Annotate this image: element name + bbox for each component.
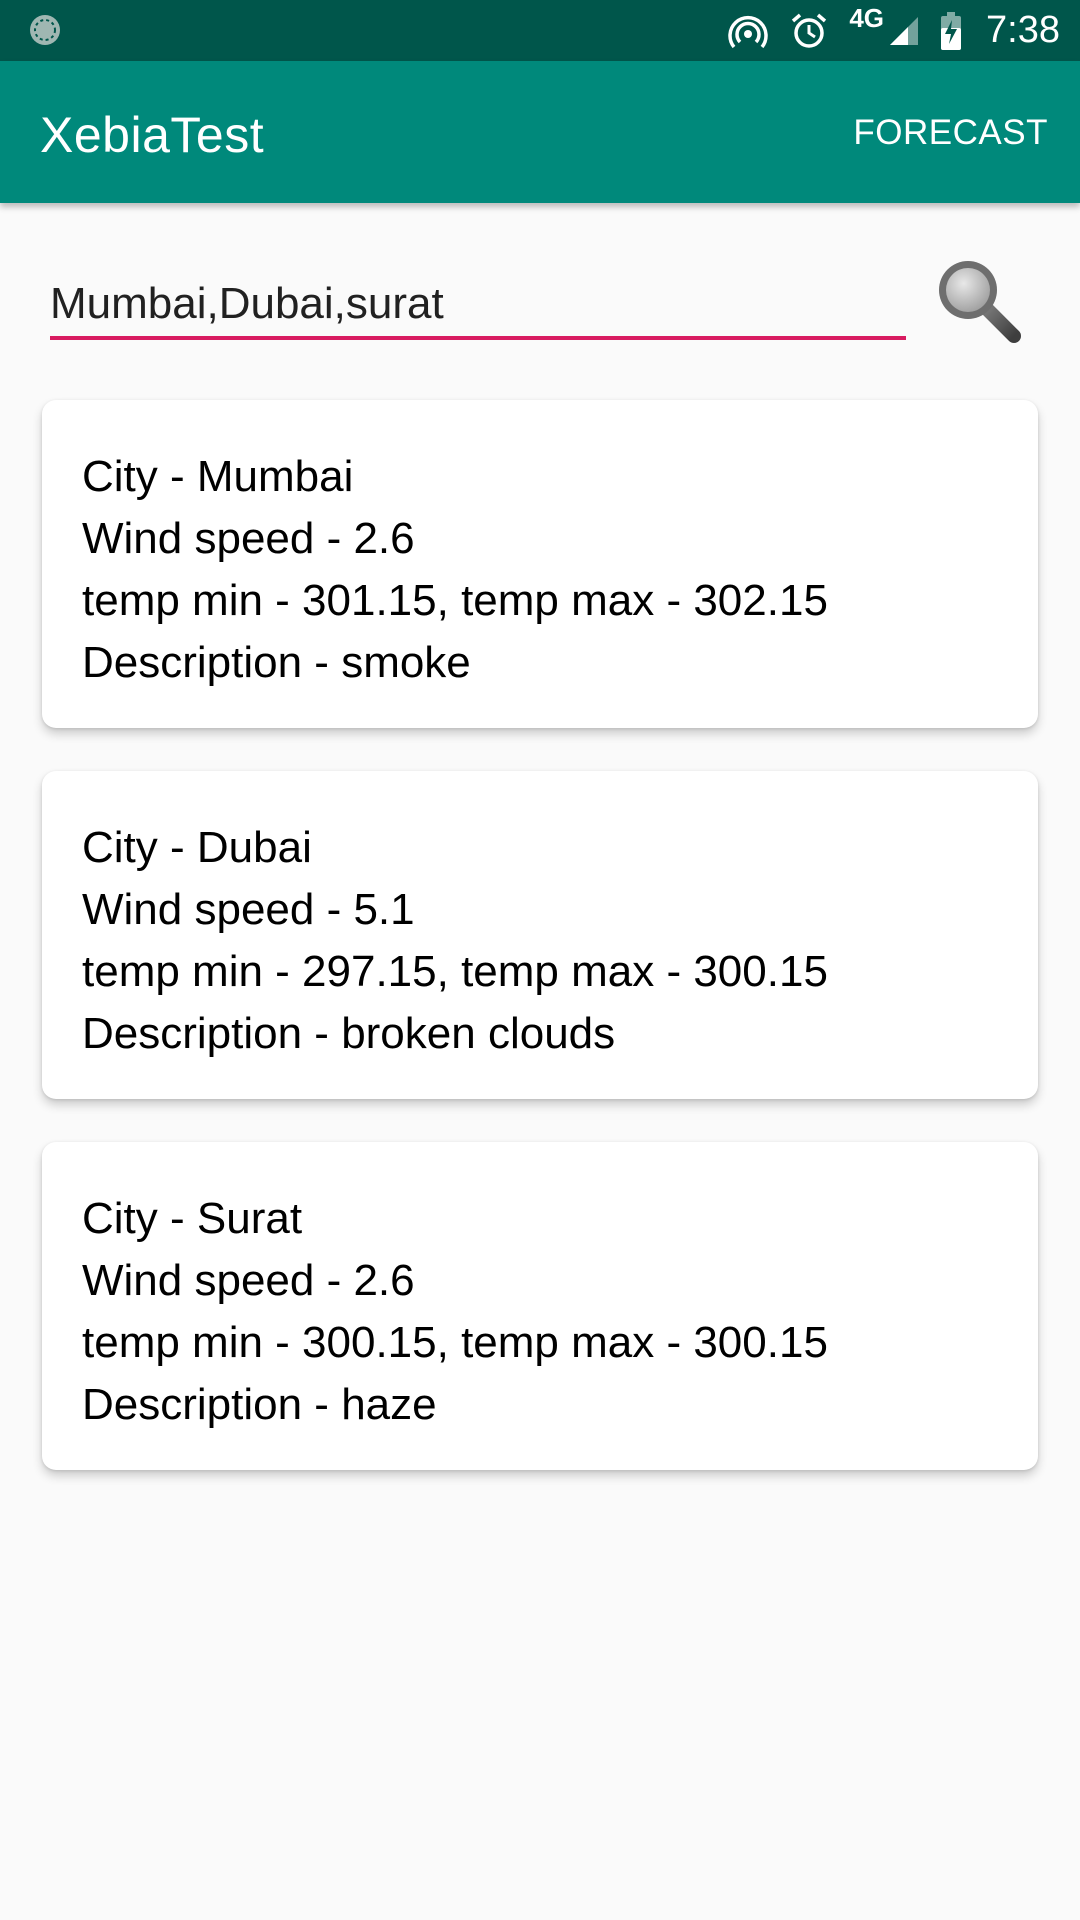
forecast-button[interactable]: FORECAST <box>853 113 1048 153</box>
temperature-label: temp min - 297.15, temp max - 300.15 <box>82 947 828 996</box>
weather-card: City - Mumbai Wind speed - 2.6 temp min … <box>42 400 1038 728</box>
city-label: City - Dubai <box>82 823 312 872</box>
search-button[interactable] <box>930 252 1026 348</box>
sync-icon <box>30 15 60 45</box>
temperature-label: temp min - 300.15, temp max - 300.15 <box>82 1318 828 1367</box>
battery-charging-icon <box>940 11 962 50</box>
weather-card: City - Dubai Wind speed - 5.1 temp min -… <box>42 771 1038 1099</box>
wind-speed-label: Wind speed - 5.1 <box>82 885 415 934</box>
card-content: City - Mumbai Wind speed - 2.6 temp min … <box>82 446 828 694</box>
temperature-label: temp min - 301.15, temp max - 302.15 <box>82 576 828 625</box>
description-label: Description - haze <box>82 1380 437 1429</box>
network-type-label: 4G <box>849 3 885 33</box>
magnifier-icon <box>939 261 1021 343</box>
wind-speed-label: Wind speed - 2.6 <box>82 514 415 563</box>
app-toolbar: XebiaTest FORECAST <box>0 61 1080 203</box>
city-label: City - Mumbai <box>82 452 354 501</box>
city-label: City - Surat <box>82 1194 303 1243</box>
description-label: Description - smoke <box>82 638 471 687</box>
hotspot-icon <box>727 10 769 52</box>
clock-time: 7:38 <box>986 9 1060 51</box>
description-label: Description - broken clouds <box>82 1009 616 1058</box>
status-icons: 4G 7:38 <box>727 0 1060 61</box>
city-search-input[interactable] <box>50 272 906 340</box>
card-content: City - Dubai Wind speed - 5.1 temp min -… <box>82 817 828 1065</box>
card-content: City - Surat Wind speed - 2.6 temp min -… <box>82 1188 828 1436</box>
app-title: XebiaTest <box>40 107 265 163</box>
wind-speed-label: Wind speed - 2.6 <box>82 1256 415 1305</box>
status-bar: 4G 7:38 <box>0 0 1080 61</box>
signal-icon <box>888 15 920 47</box>
weather-card: City - Surat Wind speed - 2.6 temp min -… <box>42 1142 1038 1470</box>
alarm-icon <box>789 11 829 51</box>
